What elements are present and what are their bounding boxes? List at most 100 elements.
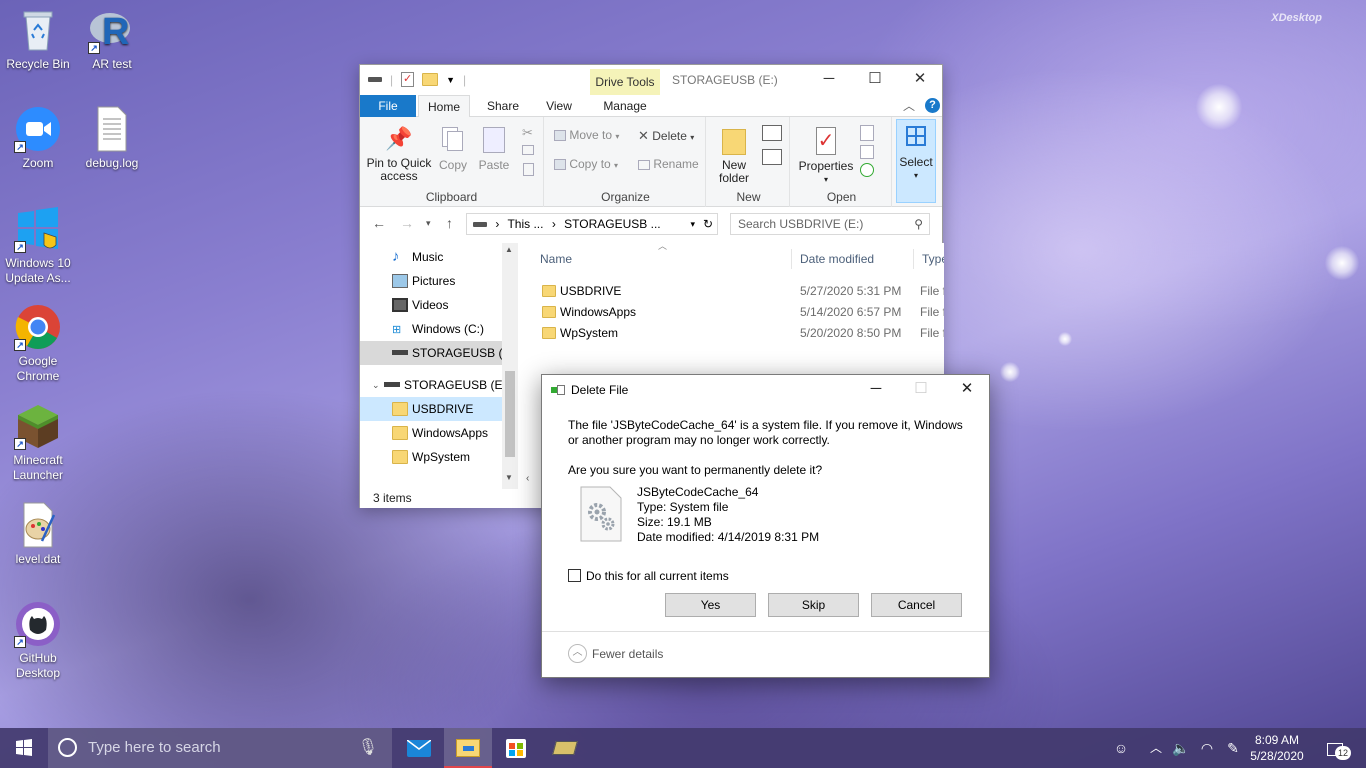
taskbar-misc-app[interactable]	[540, 728, 588, 768]
close-button[interactable]: ✕	[897, 65, 943, 95]
paste-shortcut-icon[interactable]	[523, 163, 534, 176]
file-row[interactable]: USBDRIVE 5/27/2020 5:31 PM File f	[530, 281, 944, 302]
scroll-down-arrow-icon[interactable]: ▼	[505, 473, 513, 482]
breadcrumb-this-pc[interactable]: This ...	[507, 217, 543, 231]
nav-item-storageusb-root[interactable]: ⌄ STORAGEUSB (E:)	[360, 373, 510, 397]
nav-item-windows-c[interactable]: ⊞ Windows (C:)	[360, 317, 502, 341]
up-arrow-icon[interactable]: ↑	[446, 215, 453, 231]
desktop-icon-recycle-bin[interactable]: Recycle Bin	[0, 6, 76, 72]
scroll-thumb[interactable]	[505, 371, 515, 457]
cancel-button[interactable]: Cancel	[871, 593, 962, 617]
open-icon[interactable]	[860, 125, 874, 141]
desktop-icon-google-chrome[interactable]: ↗ Google Chrome	[0, 303, 76, 384]
nav-item-windowsapps[interactable]: WindowsApps	[360, 421, 502, 445]
collapse-ribbon-icon[interactable]: ︿	[903, 97, 915, 114]
desktop-icon-windows-update[interactable]: ↗ Windows 10 Update As...	[0, 205, 76, 286]
dialog-close-button[interactable]: ✕	[944, 375, 990, 405]
cut-icon[interactable]: ✂	[522, 125, 533, 141]
pen-workspace-icon[interactable]: ✎	[1222, 728, 1244, 768]
minimize-button[interactable]: ─	[806, 65, 852, 95]
folder-icon	[392, 402, 408, 416]
fewer-details-link[interactable]: Fewer details	[592, 647, 663, 661]
address-dropdown-icon[interactable]: ▾	[690, 214, 695, 234]
breadcrumb-storageusb[interactable]: STORAGEUSB ...	[564, 217, 660, 231]
rename-button[interactable]: Rename	[638, 158, 702, 171]
nav-item-wpsystem[interactable]: WpSystem	[360, 445, 502, 469]
taskbar-mail-app[interactable]	[395, 728, 443, 768]
address-bar[interactable]: › This ... › STORAGEUSB ... ▾ ↻	[466, 213, 718, 235]
properties-check-icon[interactable]: ✓	[401, 72, 415, 87]
desktop-icon-ar-test[interactable]: R ↗ AR test	[74, 6, 150, 72]
tab-file[interactable]: File	[360, 95, 416, 117]
desktop-icon-zoom[interactable]: ↗ Zoom	[0, 105, 76, 171]
move-to-button[interactable]: Move to ▾	[554, 129, 624, 143]
show-hidden-icons-chevron-icon[interactable]: ︿	[1146, 728, 1166, 768]
navigation-scrollbar[interactable]: ▲ ▼	[502, 243, 518, 489]
nav-item-videos[interactable]: Videos	[360, 293, 502, 317]
people-icon[interactable]: ☺	[1108, 728, 1134, 768]
taskbar-clock[interactable]: 8:09 AM 5/28/2020	[1248, 732, 1306, 764]
taskbar-store-app[interactable]	[492, 728, 540, 768]
apply-to-all-checkbox[interactable]	[568, 569, 581, 582]
dialog-maximize-button[interactable]: ☐	[898, 375, 944, 405]
back-arrow-icon[interactable]: ←	[372, 215, 386, 231]
column-header-name[interactable]: Name	[534, 249, 792, 269]
select-button[interactable]: Select ▾	[896, 119, 936, 203]
apply-to-all-label[interactable]: Do this for all current items	[586, 569, 729, 584]
nav-item-storageusb-drive[interactable]: STORAGEUSB (E:)	[360, 341, 518, 365]
copy-to-icon	[554, 159, 566, 171]
taskbar-search-box[interactable]: Type here to search 🎙	[48, 728, 392, 768]
pin-to-quick-access-button[interactable]: 📌 Pin to Quick access	[364, 125, 434, 183]
desktop-icon-minecraft-launcher[interactable]: ↗ Minecraft Launcher	[0, 402, 76, 483]
taskbar-file-explorer-app[interactable]	[444, 728, 492, 768]
copy-button[interactable]: Copy	[438, 125, 468, 172]
properties-button[interactable]: ✓ Properties ▾	[796, 125, 856, 186]
search-input[interactable]: Search USBDRIVE (E:) ⚲	[730, 213, 930, 235]
action-center-icon[interactable]: 12	[1320, 728, 1351, 768]
tab-share[interactable]: Share	[478, 95, 528, 117]
delete-file-dialog[interactable]: Delete File ─ ☐ ✕ The file 'JSByteCodeCa…	[541, 374, 990, 678]
dialog-minimize-button[interactable]: ─	[853, 375, 899, 405]
wifi-icon[interactable]: ◠	[1196, 728, 1218, 768]
nav-item-pictures[interactable]: Pictures	[360, 269, 502, 293]
new-folder-button[interactable]: New folder	[712, 125, 756, 185]
help-icon[interactable]: ?	[925, 98, 940, 113]
recent-locations-chevron-icon[interactable]: ▾	[426, 218, 431, 229]
horizontal-scroll-left-icon[interactable]: ‹	[526, 473, 529, 484]
file-row[interactable]: WpSystem 5/20/2020 8:50 PM File f	[530, 323, 944, 344]
scroll-up-arrow-icon[interactable]: ▲	[505, 245, 513, 254]
new-folder-icon[interactable]	[422, 73, 439, 86]
column-header-type[interactable]: Type	[916, 249, 944, 269]
explorer-titlebar[interactable]: | ✓ ▼ | Drive Tools STORAGEUSB (E:) ─ ☐ …	[360, 65, 942, 95]
tab-view[interactable]: View	[534, 95, 584, 117]
edit-icon[interactable]	[860, 145, 874, 159]
fewer-details-chevron-icon[interactable]: ︿	[568, 644, 587, 663]
nav-item-music[interactable]: ♪ Music	[360, 245, 502, 269]
microphone-icon[interactable]: 🎙	[358, 728, 378, 768]
column-header-date-modified[interactable]: Date modified	[794, 249, 914, 269]
delete-button[interactable]: ✕ Delete ▾	[638, 129, 702, 144]
expand-chevron-icon[interactable]: ⌄	[372, 373, 380, 397]
yes-button[interactable]: Yes	[665, 593, 756, 617]
customize-qat-icon[interactable]: ▼	[446, 75, 455, 85]
file-row[interactable]: WindowsApps 5/14/2020 6:57 PM File f	[530, 302, 944, 323]
desktop-icon-level-dat[interactable]: level.dat	[0, 501, 76, 567]
start-button[interactable]	[0, 728, 48, 768]
tab-home[interactable]: Home	[418, 95, 470, 117]
new-item-icon[interactable]	[762, 125, 782, 141]
desktop-icon-debug-log[interactable]: debug.log	[74, 105, 150, 171]
easy-access-icon[interactable]	[762, 149, 782, 165]
copy-path-icon[interactable]	[522, 145, 534, 155]
copy-to-button[interactable]: Copy to ▾	[554, 158, 624, 172]
history-icon[interactable]	[860, 163, 874, 177]
navigation-pane[interactable]: ♪ Music Pictures Videos ⊞ Windows (C:) S…	[360, 243, 518, 489]
refresh-icon[interactable]: ↻	[703, 214, 713, 234]
forward-arrow-icon[interactable]: →	[400, 215, 414, 231]
maximize-button[interactable]: ☐	[852, 65, 898, 95]
volume-icon[interactable]: 🔈	[1170, 728, 1192, 768]
nav-item-usbdrive[interactable]: USBDRIVE	[360, 397, 502, 421]
skip-button[interactable]: Skip	[768, 593, 859, 617]
paste-button[interactable]: Paste	[478, 125, 510, 172]
tab-manage[interactable]: Manage	[590, 95, 660, 117]
desktop-icon-github-desktop[interactable]: ↗ GitHub Desktop	[0, 600, 76, 681]
